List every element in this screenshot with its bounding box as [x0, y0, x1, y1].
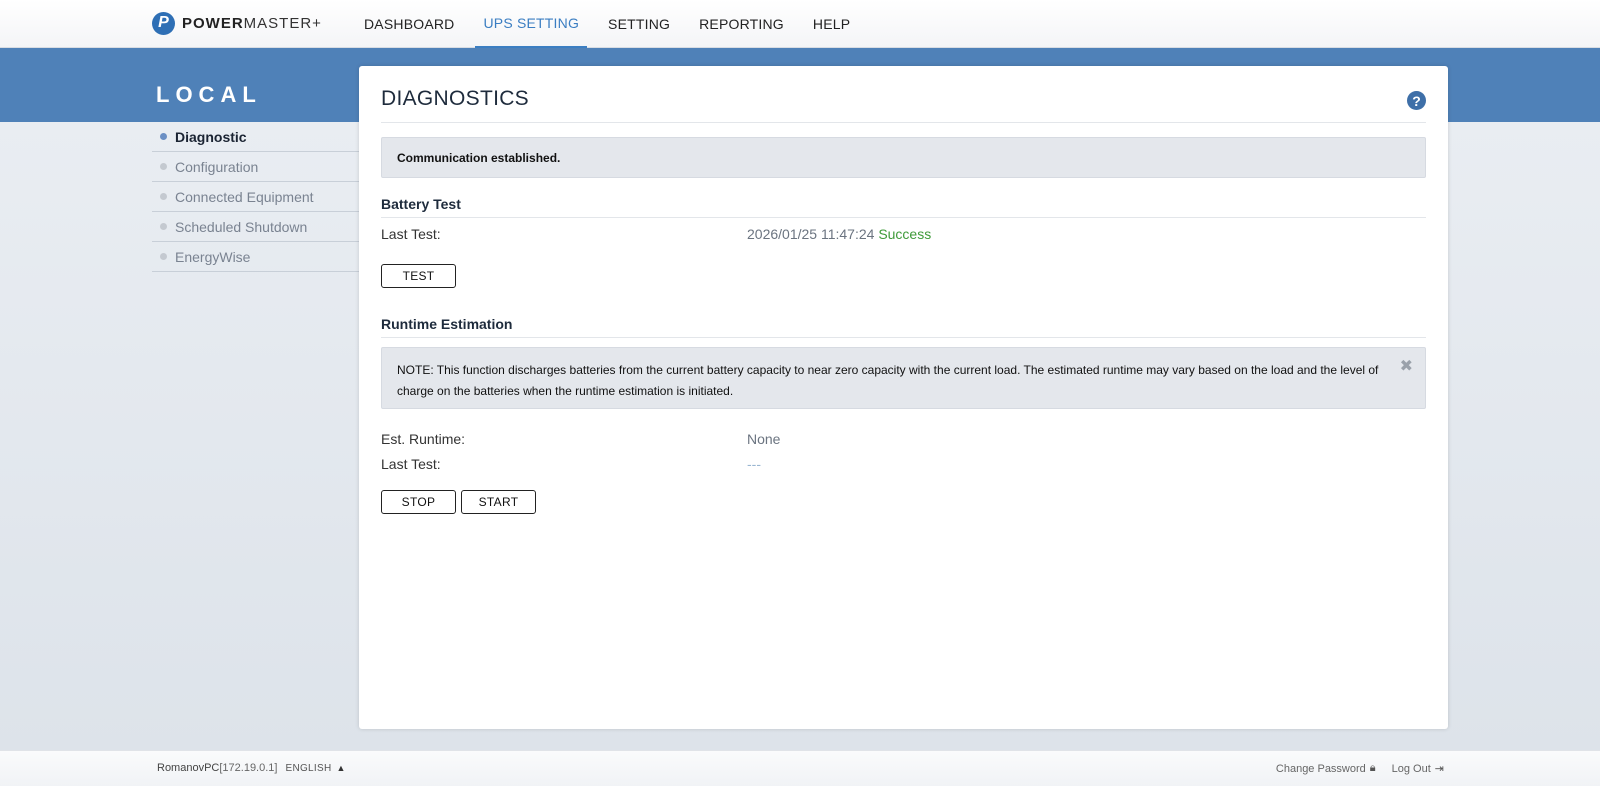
sidebar-item-label: EnergyWise: [175, 248, 251, 265]
caret-up-icon[interactable]: ▲: [336, 763, 345, 773]
change-password-link[interactable]: Change Password: [1276, 763, 1366, 775]
bullet-icon: [160, 193, 167, 200]
bullet-icon: [160, 133, 167, 140]
runtime-last-test-value: ---: [747, 456, 761, 472]
battery-last-test-label: Last Test:: [381, 226, 441, 242]
bullet-icon: [160, 163, 167, 170]
sidebar-item-configuration[interactable]: Configuration: [152, 152, 360, 182]
top-navigation-bar: P POWERMASTER+ DASHBOARD UPS SETTING SET…: [0, 0, 1600, 48]
sidebar-item-label: Configuration: [175, 158, 259, 175]
nav-ups-setting[interactable]: UPS SETTING: [475, 0, 588, 48]
test-button[interactable]: TEST: [381, 264, 456, 288]
account-links: Change Password 🔒︎ Log Out ⇥: [1276, 762, 1444, 775]
nav-setting[interactable]: SETTING: [600, 0, 678, 48]
page-title: DIAGNOSTICS: [381, 87, 529, 110]
runtime-note-text: NOTE: This function discharges batteries…: [397, 363, 1379, 398]
bullet-icon: [160, 253, 167, 260]
log-out-link[interactable]: Log Out: [1392, 763, 1431, 775]
runtime-note: NOTE: This function discharges batteries…: [381, 347, 1426, 409]
lock-icon: 🔒︎: [1369, 762, 1376, 774]
battery-last-test-value: 2026/01/25 11:47:24 Success: [747, 226, 931, 242]
nav-help[interactable]: HELP: [805, 0, 858, 48]
sidebar-title: LOCAL: [156, 82, 262, 107]
start-button[interactable]: START: [461, 490, 536, 514]
sidebar-item-label: Scheduled Shutdown: [175, 218, 308, 235]
runtime-estimation-heading: Runtime Estimation: [381, 316, 1426, 338]
brand-name-bold: POWER: [182, 14, 244, 32]
language-selector[interactable]: ENGLISH: [285, 763, 331, 774]
battery-last-test-time: 2026/01/25 11:47:24: [747, 226, 875, 242]
title-divider: [381, 122, 1426, 123]
est-runtime-value: None: [747, 431, 781, 447]
brand-name: POWERMASTER+: [182, 15, 322, 32]
runtime-last-test-label: Last Test:: [381, 456, 441, 472]
sidebar-item-label: Diagnostic: [175, 128, 247, 145]
battery-test-heading: Battery Test: [381, 196, 1426, 218]
diagnostics-panel: DIAGNOSTICS ? Communication established.…: [359, 66, 1448, 729]
host-name: RomanovPC: [157, 762, 220, 774]
logout-icon: ⇥: [1434, 763, 1444, 775]
question-icon[interactable]: ?: [1407, 91, 1426, 110]
est-runtime-label: Est. Runtime:: [381, 431, 466, 447]
footer: RomanovPC [172.19.0.1] ENGLISH ▲ Change P…: [0, 750, 1600, 786]
sidebar-item-scheduled-shutdown[interactable]: Scheduled Shutdown: [152, 212, 360, 242]
battery-last-test-result: Success: [878, 226, 932, 242]
close-icon[interactable]: ✖: [1400, 356, 1413, 377]
sidebar-item-energywise[interactable]: EnergyWise: [152, 242, 360, 272]
sidebar-item-connected-equipment[interactable]: Connected Equipment: [152, 182, 360, 212]
host-ip: [172.19.0.1]: [219, 762, 278, 774]
brand-name-light: MASTER+: [243, 14, 322, 32]
sidebar-item-diagnostic[interactable]: Diagnostic: [152, 122, 360, 152]
host-info: RomanovPC [172.19.0.1] ENGLISH ▲: [157, 762, 345, 774]
stop-button[interactable]: STOP: [381, 490, 456, 514]
sidebar-item-label: Connected Equipment: [175, 188, 314, 205]
bullet-icon: [160, 223, 167, 230]
main-nav: DASHBOARD UPS SETTING SETTING REPORTING …: [356, 0, 871, 48]
powermaster-logo-icon: P: [152, 11, 175, 35]
nav-dashboard[interactable]: DASHBOARD: [356, 0, 462, 48]
status-message: Communication established.: [381, 137, 1426, 178]
powermaster-logo[interactable]: P POWERMASTER+: [152, 11, 322, 35]
sidebar-menu: Diagnostic Configuration Connected Equip…: [152, 122, 360, 272]
nav-reporting[interactable]: REPORTING: [691, 0, 792, 48]
